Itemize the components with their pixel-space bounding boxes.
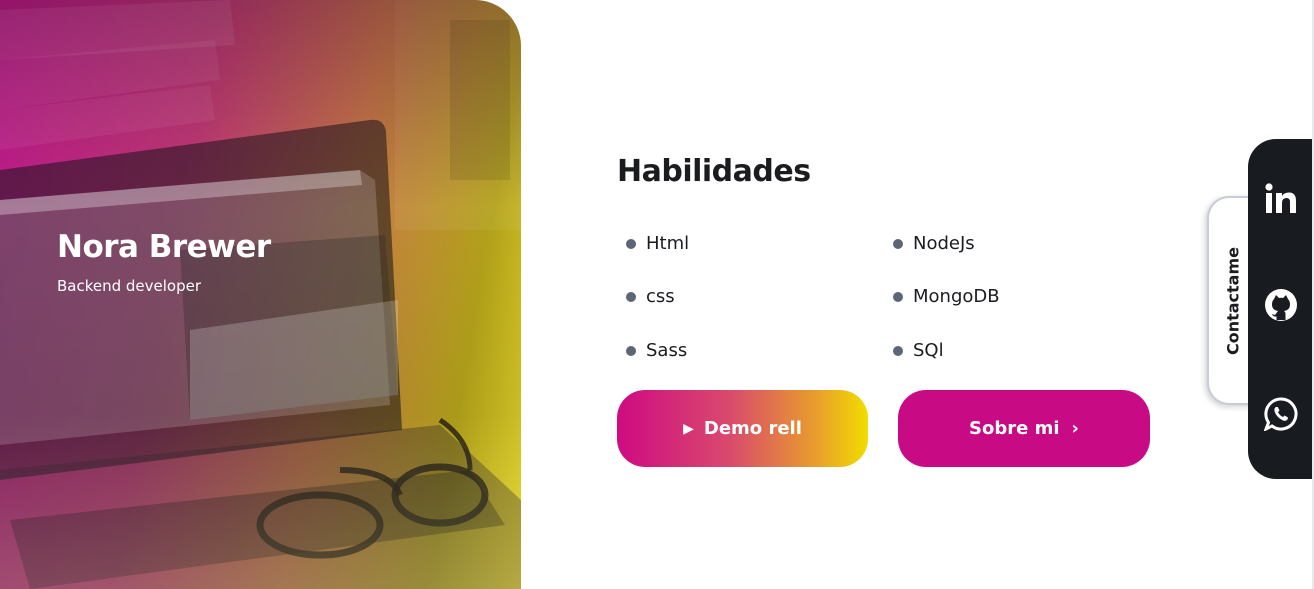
skill-label: Html: [646, 233, 690, 254]
hero-role: Backend developer: [57, 277, 202, 295]
skill-item: SQl: [893, 340, 944, 361]
bullet-icon: [893, 345, 903, 356]
about-me-label: Sobre mi: [969, 418, 1060, 439]
skill-item: NodeJs: [893, 233, 975, 254]
github-icon[interactable]: [1248, 285, 1314, 325]
skill-label: css: [646, 286, 675, 307]
skill-item: css: [626, 286, 675, 307]
linkedin-icon[interactable]: [1248, 179, 1314, 219]
bullet-icon: [893, 238, 903, 249]
skills-title: Habilidades: [617, 154, 811, 189]
contact-tab-label: Contactame: [1223, 246, 1243, 355]
skill-item: MongoDB: [893, 286, 1000, 307]
demo-reel-button[interactable]: ▶ Demo rell: [617, 390, 868, 467]
skill-item: Sass: [626, 340, 687, 361]
skill-label: MongoDB: [913, 286, 1000, 307]
bullet-icon: [626, 238, 636, 249]
about-me-button[interactable]: Sobre mi ›: [898, 390, 1150, 467]
chevron-right-icon: ›: [1071, 418, 1079, 439]
bullet-icon: [626, 291, 636, 302]
skill-label: Sass: [646, 340, 688, 361]
skill-item: Html: [626, 233, 689, 254]
skill-label: SQl: [913, 340, 944, 361]
social-bar: [1248, 139, 1314, 479]
play-icon: ▶: [683, 420, 694, 437]
hero-image: Nora Brewer Backend developer: [0, 0, 521, 589]
whatsapp-icon[interactable]: [1248, 394, 1314, 434]
bullet-icon: [893, 291, 903, 302]
bullet-icon: [626, 345, 636, 356]
skill-label: NodeJs: [913, 233, 975, 254]
demo-reel-label: Demo rell: [703, 418, 802, 439]
hero-name: Nora Brewer: [57, 229, 271, 265]
